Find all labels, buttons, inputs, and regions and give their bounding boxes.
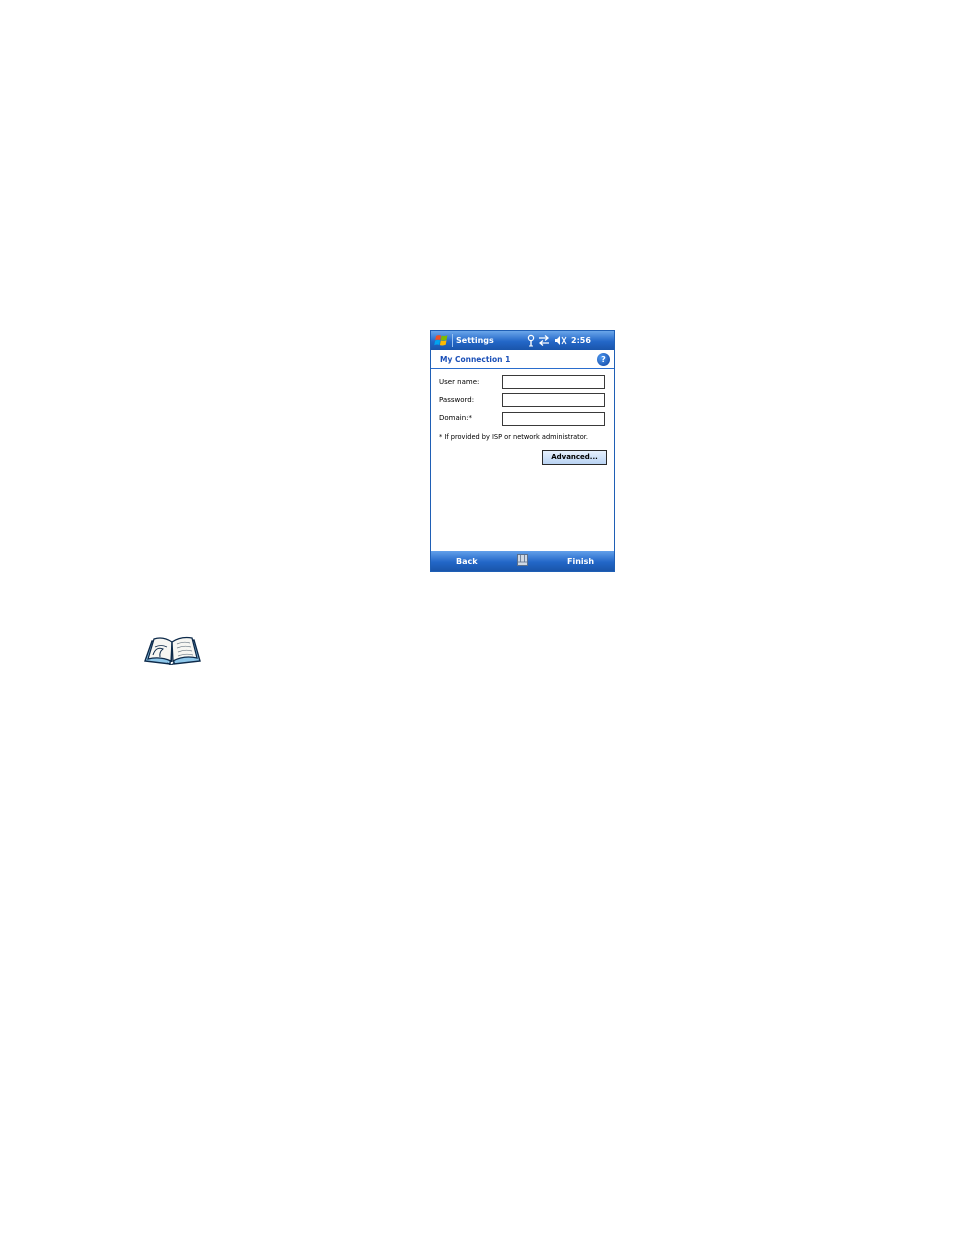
title-bar: Settings 2:56: [431, 331, 614, 350]
finish-softkey[interactable]: Finish: [567, 557, 594, 567]
footnote: * If provided by ISP or network administ…: [439, 433, 588, 441]
book-icon: [144, 636, 201, 665]
back-softkey[interactable]: Back: [456, 557, 478, 567]
app-title: Settings: [456, 336, 494, 345]
antenna-icon: [527, 334, 535, 347]
windows-start-icon[interactable]: [434, 333, 449, 348]
username-field[interactable]: [502, 375, 605, 389]
username-label: User name:: [439, 378, 480, 386]
page-header: My Connection 1 ?: [431, 350, 614, 369]
status-icons: [527, 334, 567, 347]
page-title: My Connection 1: [440, 355, 511, 364]
connectivity-icon: [538, 335, 550, 346]
password-field[interactable]: [502, 393, 605, 407]
clock[interactable]: 2:56: [571, 336, 591, 346]
advanced-button[interactable]: Advanced...: [542, 450, 607, 465]
keyboard-icon[interactable]: [517, 554, 528, 566]
password-label: Password:: [439, 396, 475, 404]
title-separator: [452, 334, 453, 347]
domain-label: Domain:*: [439, 414, 473, 422]
help-icon[interactable]: ?: [597, 353, 610, 366]
pocket-pc-screenshot: Settings 2:56 My Connection 1 ? User nam…: [430, 330, 615, 572]
soft-key-bar: Back Finish: [431, 551, 614, 571]
speaker-icon: [555, 336, 567, 345]
domain-field[interactable]: [502, 412, 605, 426]
